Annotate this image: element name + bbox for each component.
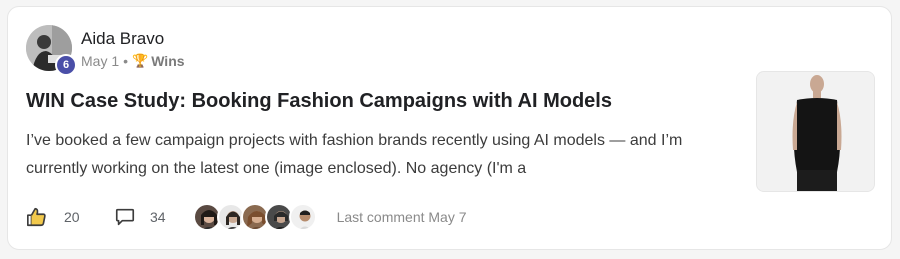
last-comment-info: Last comment May 7 (336, 209, 467, 225)
post-date: May 1 (81, 53, 120, 69)
thumbs-up-icon[interactable] (26, 206, 48, 228)
trophy-icon: 🏆 (132, 53, 149, 68)
category-link[interactable]: Wins (151, 53, 184, 69)
participant-avatar[interactable] (288, 203, 317, 231)
comment-count: 34 (150, 209, 166, 225)
author-name[interactable]: Aida Bravo (81, 29, 164, 49)
comment-bubble-icon[interactable] (114, 206, 136, 228)
like-count: 20 (64, 209, 80, 225)
post-footer: 20 34 Last comment May 7 (26, 203, 467, 231)
like-button[interactable]: 20 (26, 206, 94, 228)
comment-button[interactable]: 34 (114, 206, 166, 228)
post-excerpt: I’ve booked a few campaign projects with… (26, 132, 683, 177)
post-card[interactable]: 6 Aida Bravo May 1 • 🏆 Wins WIN Case Stu… (7, 6, 892, 250)
author-avatar-wrap[interactable]: 6 (26, 25, 77, 76)
post-thumbnail[interactable] (756, 71, 875, 192)
post-meta: May 1 • 🏆 Wins (81, 53, 185, 69)
meta-separator: • (123, 53, 129, 69)
level-badge: 6 (55, 54, 77, 76)
participant-avatars (192, 203, 317, 231)
post-title[interactable]: WIN Case Study: Booking Fashion Campaign… (26, 90, 612, 113)
